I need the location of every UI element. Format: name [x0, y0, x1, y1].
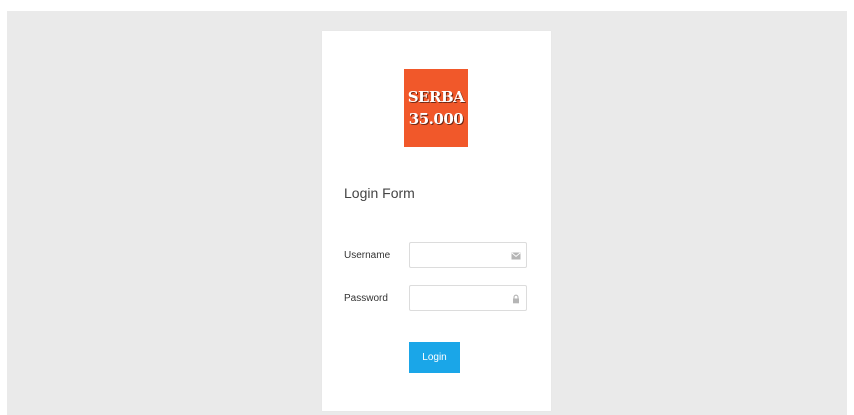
password-input[interactable]	[414, 289, 508, 307]
username-input[interactable]	[414, 246, 508, 264]
username-label: Username	[344, 250, 391, 261]
logo-text-line1: SERBA	[407, 88, 465, 106]
envelope-icon	[511, 252, 521, 260]
lock-icon	[513, 294, 519, 304]
password-field[interactable]	[409, 285, 527, 311]
login-button[interactable]: Login	[409, 342, 460, 373]
username-field[interactable]	[409, 242, 527, 268]
form-title: Login Form	[344, 185, 415, 201]
logo-text-line2: 35.000	[408, 110, 464, 128]
password-label: Password	[344, 293, 388, 304]
brand-logo: SERBA 35.000	[404, 69, 468, 147]
page-background: SERBA 35.000 Login Form Username Passwor…	[7, 11, 847, 415]
login-card: SERBA 35.000 Login Form Username Passwor…	[322, 31, 551, 411]
